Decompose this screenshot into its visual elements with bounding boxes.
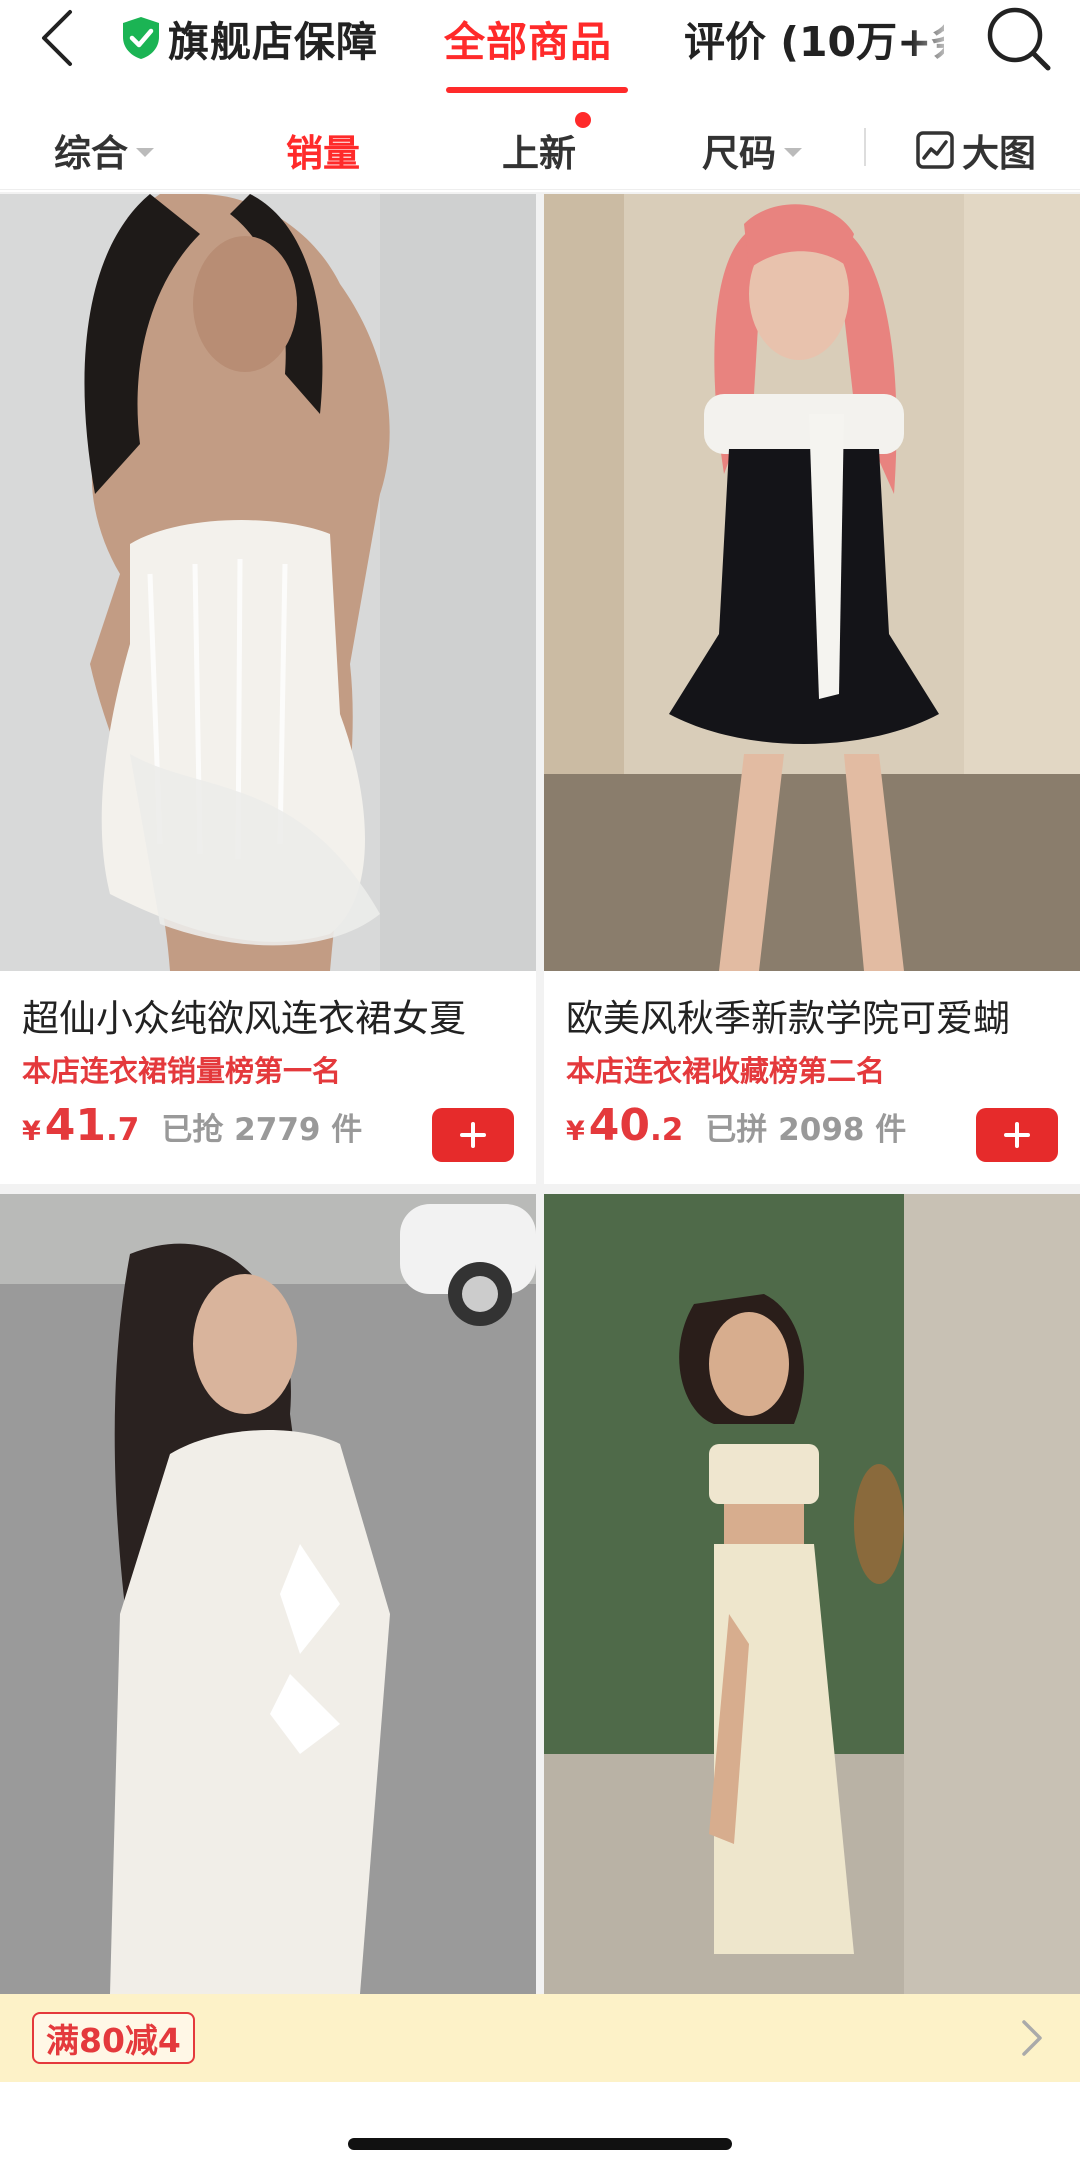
product-rank-badge: 本店连衣裙销量榜第一名 <box>22 1054 342 1088</box>
caret-down-icon <box>136 147 154 157</box>
search-button[interactable] <box>984 4 1054 74</box>
tab-all-products[interactable]: 全部商品 <box>444 8 612 68</box>
product-rank-badge: 本店连衣裙收藏榜第二名 <box>566 1054 886 1088</box>
caret-down-icon <box>784 147 802 157</box>
product-image <box>0 1194 536 1994</box>
discount-badge: 满80减4 <box>32 2012 195 2064</box>
sort-comprehensive-label: 综合 <box>54 132 128 175</box>
price-currency: ¥ <box>22 1116 41 1147</box>
product-title: 超仙小众纯欲风连衣裙女夏 <box>22 997 466 1040</box>
tab-overflow-fade <box>910 10 960 70</box>
sold-count: 已抢 2779 件 <box>161 1112 363 1148</box>
price-integer: 41 <box>44 1100 107 1151</box>
back-button[interactable] <box>38 8 78 68</box>
sort-comprehensive[interactable]: 综合 <box>54 110 154 190</box>
sort-new-label: 上新 <box>502 132 576 175</box>
sort-divider <box>864 128 866 166</box>
active-tab-indicator <box>446 87 628 93</box>
price-decimal: .2 <box>650 1112 684 1148</box>
product-image <box>544 194 1080 971</box>
product-card[interactable]: 欧美风秋季新款学院可爱蝴 本店连衣裙收藏榜第二名 ¥ 40 .2 已拼 2098… <box>544 194 1080 1184</box>
product-card[interactable]: 超仙小众纯欲风连衣裙女夏 本店连衣裙销量榜第一名 ¥ 41 .7 已抢 2779… <box>0 194 536 1184</box>
product-card[interactable] <box>0 1194 536 1994</box>
product-title: 欧美风秋季新款学院可爱蝴 <box>566 997 1010 1040</box>
plus-icon <box>1004 1122 1030 1148</box>
filter-size-label: 尺码 <box>702 132 776 175</box>
product-card[interactable] <box>544 1194 1080 1994</box>
large-view-label: 大图 <box>962 132 1036 175</box>
price-row: ¥ 40 .2 已拼 2098 件 <box>566 1100 906 1151</box>
chevron-left-icon <box>42 10 72 66</box>
new-arrivals-dot <box>575 112 591 128</box>
home-indicator[interactable] <box>348 2138 732 2150</box>
shield-check-icon <box>123 17 159 59</box>
price-integer: 40 <box>588 1100 651 1151</box>
price-row: ¥ 41 .7 已抢 2779 件 <box>22 1100 362 1151</box>
search-icon <box>987 7 1051 71</box>
tab-reviews[interactable]: 评价 (10万+条) <box>684 8 944 68</box>
product-image <box>0 194 536 971</box>
top-navigation-bar: 旗舰店保障 全部商品 评价 (10万+条) <box>0 0 1080 100</box>
price-currency: ¥ <box>566 1116 585 1147</box>
product-image <box>544 1194 1080 1994</box>
sort-filter-bar: 综合 销量 上新 尺码 大图 <box>0 110 1080 190</box>
flagship-guarantee[interactable]: 旗舰店保障 <box>120 8 378 68</box>
store-product-list-page: 旗舰店保障 全部商品 评价 (10万+条) 综合 销量 上新 尺码 <box>0 0 1080 2174</box>
guarantee-label: 旗舰店保障 <box>168 18 378 66</box>
chevron-right-icon <box>1022 2020 1042 2056</box>
promotion-banner[interactable]: 满80减4 <box>0 1994 1080 2082</box>
add-to-cart-button[interactable] <box>976 1108 1058 1162</box>
add-to-cart-button[interactable] <box>432 1108 514 1162</box>
sort-new-arrivals[interactable]: 上新 <box>502 110 576 190</box>
plus-icon <box>460 1122 486 1148</box>
sort-sales-label: 销量 <box>286 132 360 175</box>
sort-sales[interactable]: 销量 <box>286 110 360 190</box>
large-view-toggle[interactable]: 大图 <box>916 110 1036 190</box>
filter-size[interactable]: 尺码 <box>702 110 802 190</box>
sold-count: 已拼 2098 件 <box>705 1112 907 1148</box>
chart-image-icon <box>916 131 954 169</box>
price-decimal: .7 <box>106 1112 140 1148</box>
